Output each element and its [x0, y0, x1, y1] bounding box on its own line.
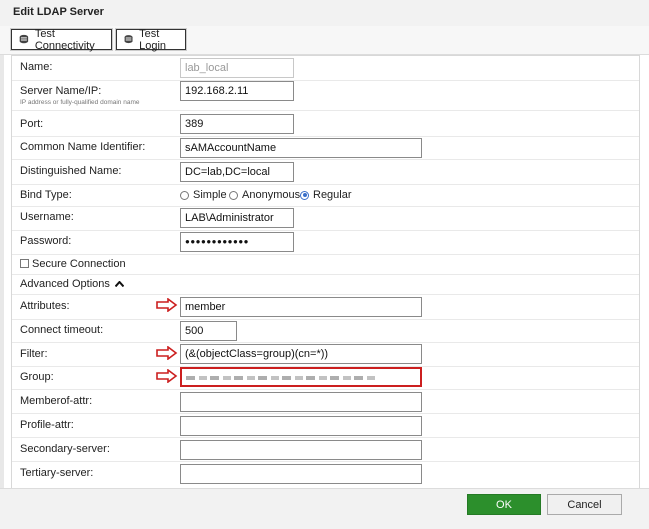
secondary-row: Secondary-server:	[12, 437, 639, 462]
secure-row: Secure Connection	[12, 254, 639, 275]
port-label: Port:	[20, 118, 44, 130]
attributes-row: Attributes: member	[12, 294, 639, 320]
memberof-label: Memberof-attr:	[20, 395, 93, 407]
tertiary-label: Tertiary-server:	[20, 467, 94, 479]
secondary-label: Secondary-server:	[20, 443, 110, 455]
server-test-icon	[19, 34, 29, 44]
chevron-up-icon	[114, 280, 125, 288]
left-edge	[0, 55, 4, 488]
filter-row: Filter: (&(objectClass=group)(cn=*))	[12, 342, 639, 367]
test-login-button[interactable]: Test Login	[116, 27, 186, 52]
radio-circle	[229, 190, 238, 200]
checkbox-box	[20, 259, 29, 268]
bind-anonymous-label: Anonymous	[242, 189, 301, 201]
advanced-label: Advanced Options	[20, 278, 110, 290]
name-label: Name:	[20, 61, 53, 73]
bind-simple-radio[interactable]: Simple	[180, 189, 227, 201]
cni-field[interactable]: sAMAccountName	[180, 138, 422, 158]
attributes-field[interactable]: member	[180, 297, 422, 317]
group-label: Group:	[20, 371, 54, 383]
profile-field[interactable]	[180, 416, 422, 436]
dn-label: Distinguished Name:	[20, 165, 122, 177]
server-test-icon	[124, 35, 133, 44]
ok-button[interactable]: OK	[467, 494, 541, 515]
timeout-row: Connect timeout: 500	[12, 319, 639, 343]
dn-field[interactable]: DC=lab,DC=local	[180, 162, 294, 182]
port-field[interactable]: 389	[180, 114, 294, 134]
cancel-button[interactable]: Cancel	[547, 494, 622, 515]
advanced-row: Advanced Options	[12, 274, 639, 295]
secure-checkbox[interactable]: Secure Connection	[20, 258, 126, 270]
profile-row: Profile-attr:	[12, 413, 639, 438]
password-row: Password: ●●●●●●●●●●●●	[12, 230, 639, 255]
tertiary-row: Tertiary-server:	[12, 461, 639, 485]
filter-label: Filter:	[20, 348, 48, 360]
bind-label: Bind Type:	[20, 189, 72, 201]
dn-row: Distinguished Name: DC=lab,DC=local	[12, 159, 639, 185]
name-row: Name: lab_local	[12, 56, 639, 81]
dialog-footer: OK Cancel	[0, 488, 649, 529]
test-login-label: Test Login	[139, 27, 167, 52]
tertiary-field[interactable]	[180, 464, 422, 484]
bind-row: Bind Type: Simple Anonymous Regular	[12, 184, 639, 207]
group-row: Group:	[12, 366, 639, 390]
timeout-label: Connect timeout:	[20, 324, 104, 336]
secondary-field[interactable]	[180, 440, 422, 460]
advanced-toggle[interactable]: Advanced Options	[20, 278, 125, 290]
red-arrow-icon	[156, 369, 178, 383]
bind-anonymous-radio[interactable]: Anonymous	[229, 189, 300, 201]
red-arrow-icon	[156, 346, 178, 360]
username-label: Username:	[20, 211, 74, 223]
redacted-value	[186, 376, 376, 380]
group-field[interactable]	[180, 367, 422, 387]
port-row: Port: 389	[12, 110, 639, 137]
ldap-settings-form: Name: lab_local Server Name/IP: IP addre…	[11, 55, 640, 490]
bind-regular-radio[interactable]: Regular	[300, 189, 352, 201]
password-field[interactable]: ●●●●●●●●●●●●	[180, 232, 294, 252]
cni-label: Common Name Identifier:	[20, 141, 146, 153]
memberof-field[interactable]	[180, 392, 422, 412]
timeout-field[interactable]: 500	[180, 321, 237, 341]
test-connectivity-button[interactable]: Test Connectivity	[11, 27, 112, 52]
memberof-row: Memberof-attr:	[12, 389, 639, 414]
test-connectivity-label: Test Connectivity	[34, 27, 95, 52]
attributes-label: Attributes:	[20, 300, 70, 312]
bind-simple-label: Simple	[193, 189, 227, 201]
name-field: lab_local	[180, 58, 294, 78]
profile-label: Profile-attr:	[20, 419, 74, 431]
username-field[interactable]: LAB\Administrator	[180, 208, 294, 228]
dialog-title: Edit LDAP Server	[13, 6, 104, 18]
password-label: Password:	[20, 235, 72, 247]
red-arrow-icon	[156, 298, 178, 312]
secure-label: Secure Connection	[32, 258, 126, 270]
cni-row: Common Name Identifier: sAMAccountName	[12, 136, 639, 160]
server-label: Server Name/IP:	[20, 85, 102, 97]
server-field[interactable]: 192.168.2.11	[180, 81, 294, 101]
radio-circle-selected	[300, 190, 309, 200]
username-row: Username: LAB\Administrator	[12, 206, 639, 231]
toolbar: Test Connectivity Test Login	[0, 26, 649, 55]
bind-regular-label: Regular	[313, 189, 352, 201]
radio-circle	[180, 190, 189, 200]
server-hint: IP address or fully-qualified domain nam…	[20, 99, 140, 106]
filter-field[interactable]: (&(objectClass=group)(cn=*))	[180, 344, 422, 364]
server-row: Server Name/IP: IP address or fully-qual…	[12, 80, 639, 111]
dialog-title-bar: Edit LDAP Server	[0, 0, 649, 27]
